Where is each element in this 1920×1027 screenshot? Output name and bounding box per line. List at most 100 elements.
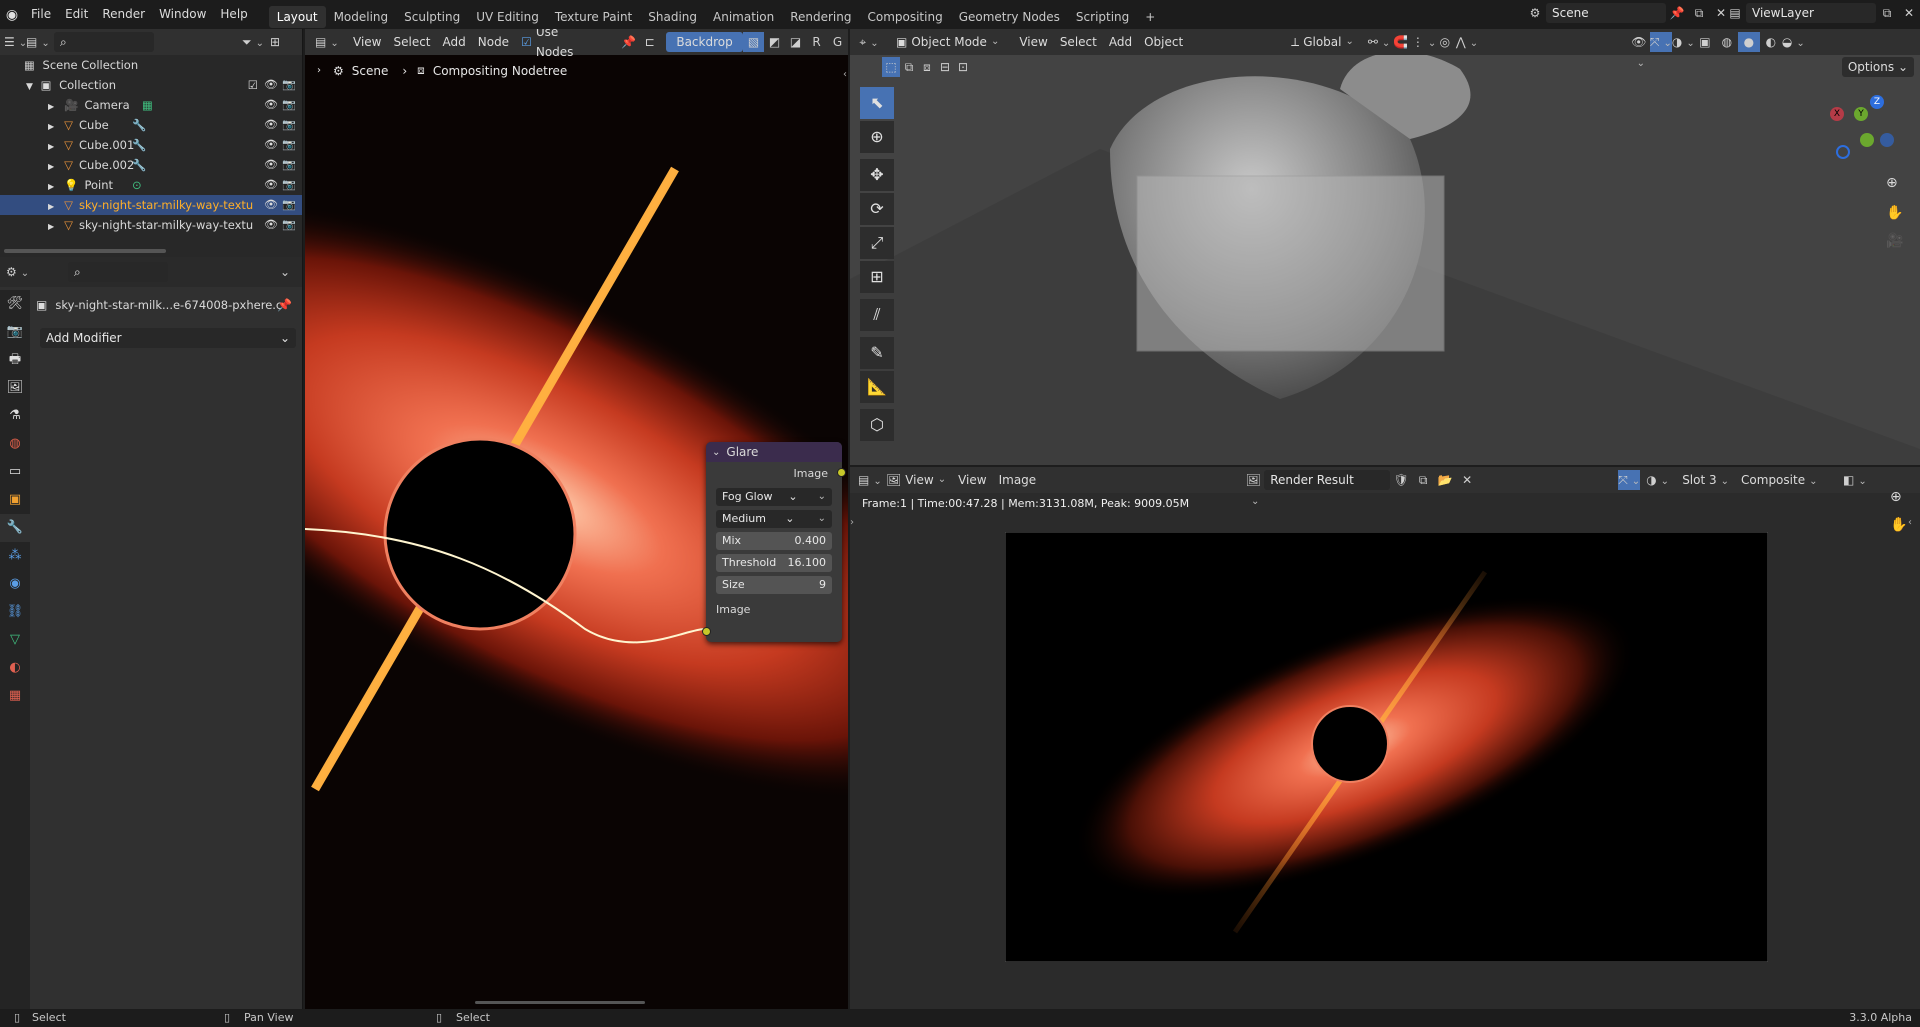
snap-target-icon[interactable]: ⋮: [1412, 32, 1434, 52]
world-tab-icon[interactable]: ◍: [0, 430, 30, 458]
render-camera-icon[interactable]: 📷: [282, 135, 296, 155]
overlay-icon[interactable]: ◑: [1672, 32, 1694, 52]
outliner-scrollbar[interactable]: [4, 249, 166, 253]
zoom-icon[interactable]: ⊕: [1890, 489, 1902, 505]
3d-viewport[interactable]: ⌖ ▣Object Mode View Select Add Object ⟂G…: [850, 29, 1920, 465]
gizmo-x-axis[interactable]: X: [1830, 107, 1844, 121]
render-tab-icon[interactable]: 📷: [0, 318, 30, 346]
expand-arrow-icon[interactable]: ▼: [26, 82, 33, 92]
glare-type-dropdown[interactable]: Fog Glow ⌄: [716, 488, 832, 506]
menu-file[interactable]: File: [24, 0, 58, 29]
output-socket[interactable]: [837, 468, 846, 477]
tab-rendering[interactable]: Rendering: [782, 6, 859, 28]
size-slider[interactable]: Size 9: [716, 576, 832, 594]
rotate-tool-icon[interactable]: ⟳: [860, 193, 894, 225]
delete-view-layer-icon[interactable]: ✕: [1898, 3, 1920, 23]
modifier-icon[interactable]: 🔧: [132, 135, 146, 155]
image-editor[interactable]: ▤ 🖼View View Image 🖼 Render Result 🛡 ⧉ 📂…: [850, 467, 1920, 1009]
expand-arrow-icon[interactable]: ▶: [48, 102, 54, 111]
eye-icon[interactable]: 👁: [264, 135, 278, 155]
gizmo-neg-y-axis[interactable]: [1860, 133, 1874, 147]
tab-compositing[interactable]: Compositing: [859, 6, 950, 28]
select-subtract-icon[interactable]: ⧈: [918, 57, 936, 77]
view-layer-tab-icon[interactable]: 🖼: [0, 374, 30, 402]
render-camera-icon[interactable]: 📷: [282, 155, 296, 175]
xray-icon[interactable]: ▣: [1694, 32, 1716, 52]
rendered-shading-icon[interactable]: ◒: [1782, 32, 1804, 52]
output-tab-icon[interactable]: 🖶: [0, 346, 30, 374]
pin-icon[interactable]: 📌: [277, 298, 292, 312]
expand-arrow-icon[interactable]: ▶: [48, 202, 54, 211]
scene-icon[interactable]: ⚙: [1524, 3, 1546, 23]
tree-collection[interactable]: ▼ ▣ Collection ☑ 👁 📷: [0, 75, 302, 95]
gizmo-z-axis[interactable]: Z: [1870, 95, 1884, 109]
cursor-tool-icon[interactable]: ⊕: [860, 121, 894, 153]
tab-animation[interactable]: Animation: [705, 6, 782, 28]
particles-tab-icon[interactable]: ⁂: [0, 542, 30, 570]
chevron-down-icon[interactable]: ⌄: [712, 447, 720, 458]
add-modifier-dropdown[interactable]: Add Modifier ⌄: [40, 328, 296, 348]
view-mode-dropdown[interactable]: 🖼 View: [880, 470, 952, 490]
annotate-tool-icon[interactable]: ⫽: [860, 299, 894, 331]
select-new-icon[interactable]: ⬚: [882, 57, 900, 77]
eye-icon[interactable]: 👁: [264, 115, 278, 135]
overlay-icon[interactable]: ◑: [1646, 470, 1668, 490]
menu-add[interactable]: Add: [437, 32, 472, 52]
render-camera-icon[interactable]: 📷: [282, 115, 296, 135]
input-socket[interactable]: [702, 627, 711, 636]
sidebar-toggle-icon[interactable]: ›: [850, 517, 854, 528]
menu-view[interactable]: View: [347, 32, 387, 52]
move-tool-icon[interactable]: ✥: [860, 159, 894, 191]
display-mode-icon[interactable]: ▤: [26, 32, 48, 52]
physics-tab-icon[interactable]: ◉: [0, 570, 30, 598]
view-layer-icon[interactable]: ▤: [1724, 3, 1746, 23]
camera-view-icon[interactable]: 🎥: [1886, 233, 1903, 249]
select-box-tool-icon[interactable]: ⬉: [860, 87, 894, 119]
glare-node-header[interactable]: ⌄ Glare: [706, 442, 842, 462]
options-dropdown[interactable]: Options ⌄: [1841, 57, 1914, 77]
editor-type-icon[interactable]: ☰: [4, 32, 26, 52]
eye-icon[interactable]: 👁: [264, 155, 278, 175]
expand-arrow-icon[interactable]: ▶: [48, 222, 54, 231]
use-nodes-toggle[interactable]: ☑ Use Nodes: [515, 29, 602, 59]
eye-icon[interactable]: 👁: [264, 175, 278, 195]
draw-tool-icon[interactable]: ✎: [860, 337, 894, 369]
eye-icon[interactable]: 👁: [264, 215, 278, 235]
light-data-icon[interactable]: ⊙: [132, 175, 142, 195]
modifier-icon[interactable]: 🔧: [132, 155, 146, 175]
display-channels-icon[interactable]: ◧: [1843, 470, 1865, 490]
object-name[interactable]: sky-night-star-milk...e-674008-pxhere.c: [55, 298, 282, 312]
gizmo-neg-x-axis[interactable]: [1836, 145, 1850, 159]
gizmo-neg-z-axis[interactable]: [1880, 133, 1894, 147]
menu-render[interactable]: Render: [95, 0, 152, 29]
pin-icon[interactable]: 📌: [618, 32, 639, 52]
open-image-icon[interactable]: 📂: [1434, 470, 1456, 490]
new-scene-icon[interactable]: ⧉: [1688, 3, 1710, 23]
texture-tab-icon[interactable]: ▦: [0, 682, 30, 710]
tree-scene-collection[interactable]: ▦ Scene Collection: [0, 55, 302, 75]
menu-select[interactable]: Select: [387, 32, 436, 52]
tree-item[interactable]: ▶ 🎥 Camera ▦ 👁 📷: [0, 95, 302, 115]
modifier-icon[interactable]: 🔧: [132, 115, 146, 135]
eye-icon[interactable]: 👁: [264, 195, 278, 215]
expand-arrow-icon[interactable]: ▶: [48, 162, 54, 171]
filter-icon[interactable]: ⏷: [242, 32, 264, 52]
menu-add[interactable]: Add: [1103, 32, 1138, 52]
fake-user-icon[interactable]: 🛡: [1390, 470, 1412, 490]
collection-tab-icon[interactable]: ▭: [0, 458, 30, 486]
render-camera-icon[interactable]: 📷: [282, 75, 296, 95]
render-camera-icon[interactable]: 📷: [282, 95, 296, 115]
properties-search-input[interactable]: ⌕: [68, 262, 168, 282]
gizmo-icon[interactable]: ⤧: [1618, 470, 1641, 490]
menu-view[interactable]: View: [1013, 32, 1053, 52]
select-intersect-icon[interactable]: ⊡: [954, 57, 972, 77]
editor-type-icon[interactable]: ⌖: [858, 32, 880, 52]
tree-item[interactable]: ▶ ▽ Cube.002 🔧 👁 📷: [0, 155, 302, 175]
add-workspace-button[interactable]: +: [1137, 6, 1163, 28]
sidebar-toggle-icon[interactable]: ‹: [843, 69, 847, 80]
add-cube-tool-icon[interactable]: ⬡: [860, 409, 894, 441]
tree-item[interactable]: ▶ ▽ sky-night-star-milky-way-textu 👁 📷: [0, 195, 302, 215]
channel-green-button[interactable]: G: [827, 32, 848, 52]
channel-red-button[interactable]: R: [806, 32, 827, 52]
pan-hand-icon[interactable]: ✋: [1890, 517, 1907, 533]
